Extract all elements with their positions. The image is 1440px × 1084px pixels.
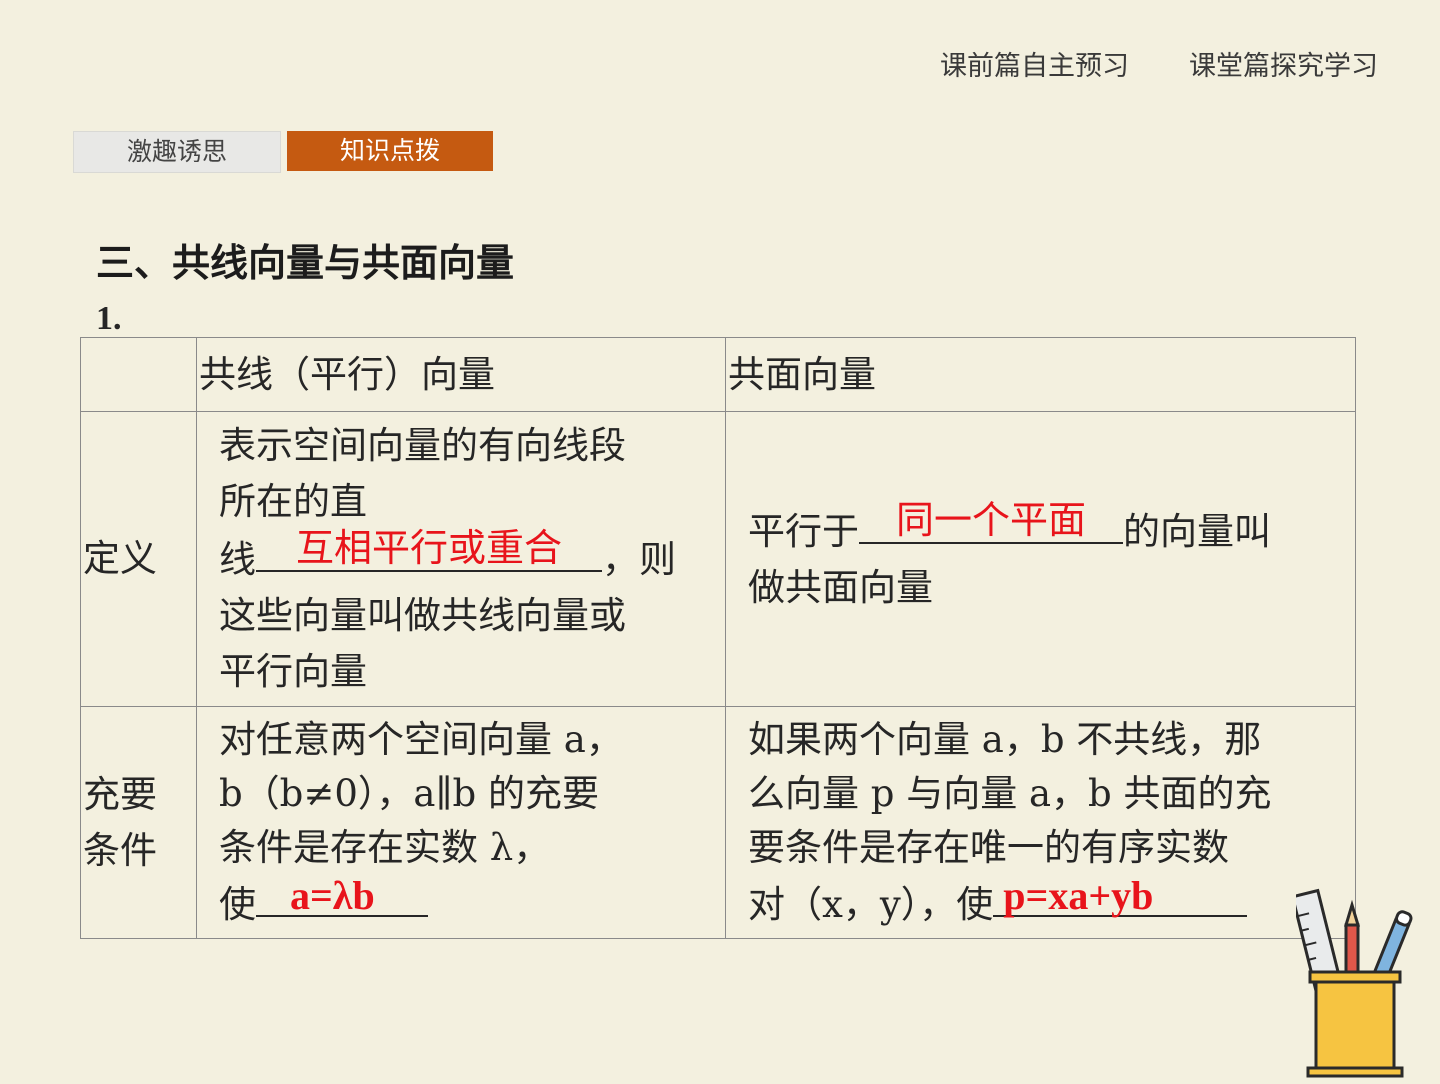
section-heading: 三、共线向量与共面向量 bbox=[96, 241, 515, 285]
header-empty-cell bbox=[80, 337, 197, 412]
text-fragment: 使 bbox=[219, 883, 256, 926]
answer-text: 同一个平面 bbox=[895, 498, 1086, 542]
text-line: 这些向量叫做共线向量或 bbox=[219, 594, 626, 637]
text-fragment: 线 bbox=[219, 538, 256, 581]
row-label-condition: 充要 条件 bbox=[80, 706, 197, 939]
tab-knowledge[interactable]: 知识点拨 bbox=[287, 131, 493, 171]
text-fragment: 的向量叫 bbox=[1123, 510, 1271, 553]
tab-inspire[interactable]: 激趣诱思 bbox=[73, 131, 281, 173]
answer-blank: a=λb bbox=[256, 873, 428, 918]
text-line: 对（x，y），使 p=xa+yb bbox=[748, 873, 1355, 932]
pencil-cup-icon bbox=[1290, 880, 1426, 1084]
comparison-table: 共线（平行）向量 共面向量 定义 表示空间向量的有向线段 所在的直 线互相平行或… bbox=[80, 337, 1356, 939]
text-fragment: 对（x，y），使 bbox=[748, 883, 994, 926]
label-line: 充要 bbox=[83, 772, 157, 816]
nav-link-classroom[interactable]: 课堂篇探究学习 bbox=[1189, 44, 1378, 83]
text-line: 表示空间向量的有向线段 bbox=[219, 424, 626, 467]
answer-text: 互相平行或重合 bbox=[295, 526, 562, 570]
header-coplanar: 共面向量 bbox=[725, 337, 1356, 412]
text-line: 么向量 p 与向量 a，b 共面的充 bbox=[748, 772, 1272, 815]
answer-blank: p=xa+yb bbox=[993, 873, 1248, 918]
text-line: 要条件是存在唯一的有序实数 bbox=[748, 826, 1229, 869]
text-line: 平行向量 bbox=[219, 650, 367, 693]
answer-text: a=λb bbox=[290, 873, 375, 918]
text-line: b（b≠0），a∥b 的充要 bbox=[219, 772, 600, 815]
text-line: 线互相平行或重合 ，则 bbox=[219, 526, 725, 588]
answer-blank: 互相平行或重合 bbox=[256, 526, 602, 572]
label-line: 条件 bbox=[83, 828, 157, 872]
condition-coplanar-cell: 如果两个向量 a，b 不共线，那 么向量 p 与向量 a，b 共面的充 要条件是… bbox=[725, 706, 1356, 939]
row-label-definition: 定义 bbox=[80, 411, 197, 707]
definition-collinear-cell: 表示空间向量的有向线段 所在的直 线互相平行或重合 ，则 这些向量叫做共线向量或 … bbox=[196, 411, 726, 707]
text-line: 条件是存在实数 λ， bbox=[219, 826, 551, 869]
table-header-row: 共线（平行）向量 共面向量 bbox=[80, 337, 1356, 412]
definition-coplanar-cell: 平行于 同一个平面 的向量叫 做共面向量 bbox=[725, 411, 1356, 707]
header-collinear: 共线（平行）向量 bbox=[196, 337, 726, 412]
text-line: 使 a=λb bbox=[219, 873, 725, 932]
text-line: 如果两个向量 a，b 不共线，那 bbox=[748, 718, 1262, 761]
text-line: 做共面向量 bbox=[748, 566, 933, 609]
text-line: 对任意两个空间向量 a， bbox=[219, 718, 623, 761]
nav-link-preview[interactable]: 课前篇自主预习 bbox=[940, 44, 1129, 83]
item-number: 1. bbox=[96, 300, 122, 337]
answer-blank: 同一个平面 bbox=[859, 498, 1123, 544]
text-line: 平行于 同一个平面 的向量叫 bbox=[748, 498, 1355, 560]
condition-collinear-cell: 对任意两个空间向量 a， b（b≠0），a∥b 的充要 条件是存在实数 λ， 使… bbox=[196, 706, 726, 939]
answer-text: p=xa+yb bbox=[1003, 873, 1154, 918]
text-fragment: ，则 bbox=[602, 538, 676, 581]
table-row-condition: 充要 条件 对任意两个空间向量 a， b（b≠0），a∥b 的充要 条件是存在实… bbox=[80, 706, 1356, 939]
table-row-definition: 定义 表示空间向量的有向线段 所在的直 线互相平行或重合 ，则 这些向量叫做共线向… bbox=[80, 411, 1356, 707]
text-fragment: 平行于 bbox=[748, 510, 859, 553]
